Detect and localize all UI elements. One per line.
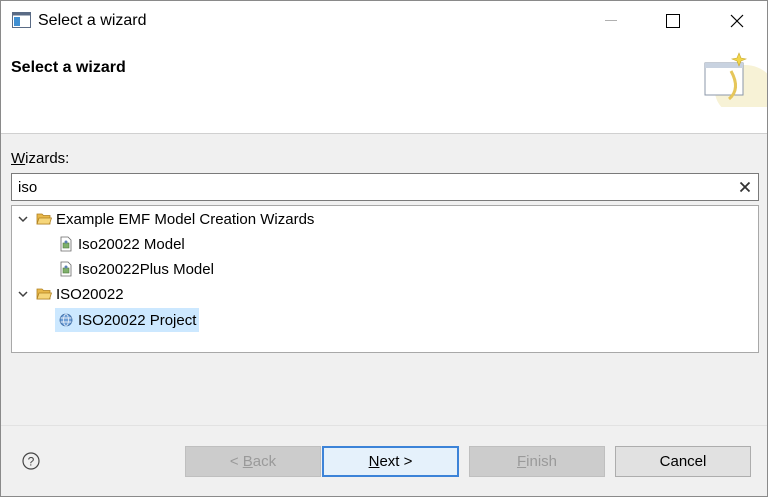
help-icon: ? bbox=[22, 452, 40, 470]
tree-item-label: ISO20022 bbox=[56, 285, 124, 303]
folder-open-icon bbox=[36, 211, 52, 227]
help-button[interactable]: ? bbox=[21, 451, 41, 471]
folder-open-icon bbox=[36, 286, 52, 302]
svg-text:?: ? bbox=[28, 455, 35, 469]
chevron-down-icon[interactable] bbox=[16, 287, 30, 301]
model-file-icon bbox=[58, 236, 74, 252]
wizard-filter-field[interactable] bbox=[11, 173, 759, 201]
tree-item-example-emf-model-creation-wizards[interactable]: Example EMF Model Creation Wizards bbox=[16, 207, 314, 231]
next-button[interactable]: Next > bbox=[322, 446, 459, 477]
cancel-button[interactable]: Cancel bbox=[615, 446, 751, 477]
tree-item-label: ISO20022 Project bbox=[78, 311, 197, 329]
app-window-icon bbox=[12, 12, 31, 28]
wizard-dialog: Select a wizard Select a wizard Wizards: bbox=[0, 0, 768, 497]
footer-divider bbox=[1, 425, 767, 426]
title-bar[interactable]: Select a wizard bbox=[1, 1, 767, 41]
tree-item-iso20022plus-model[interactable]: Iso20022Plus Model bbox=[58, 257, 214, 281]
clear-filter-icon[interactable] bbox=[737, 179, 753, 195]
wizards-label: Wizards: bbox=[11, 150, 70, 167]
back-button[interactable]: < Back bbox=[185, 446, 321, 477]
tree-item-iso20022-project[interactable]: ISO20022 Project bbox=[55, 308, 200, 332]
model-file-icon bbox=[58, 261, 74, 277]
banner-title: Select a wizard bbox=[11, 59, 126, 76]
tree-item-label: Example EMF Model Creation Wizards bbox=[56, 210, 315, 228]
tree-item-label: Iso20022Plus Model bbox=[78, 260, 214, 278]
project-globe-icon bbox=[58, 312, 74, 328]
maximize-button[interactable] bbox=[643, 1, 703, 41]
tree-item-label: Iso20022 Model bbox=[78, 235, 185, 253]
close-button[interactable] bbox=[707, 1, 767, 41]
minimize-button[interactable] bbox=[581, 1, 641, 41]
tree-item-iso20022[interactable]: ISO20022 bbox=[16, 282, 124, 306]
wizard-banner: Select a wizard bbox=[1, 41, 768, 134]
wizard-filter-input[interactable] bbox=[18, 177, 718, 197]
new-wizard-graphic-icon bbox=[701, 49, 768, 117]
finish-button[interactable]: Finish bbox=[469, 446, 605, 477]
chevron-down-icon[interactable] bbox=[16, 212, 30, 226]
tree-item-iso20022-model[interactable]: Iso20022 Model bbox=[58, 232, 185, 256]
window-title: Select a wizard bbox=[38, 12, 147, 29]
wizard-tree[interactable]: Example EMF Model Creation Wizards Iso20… bbox=[11, 205, 759, 353]
